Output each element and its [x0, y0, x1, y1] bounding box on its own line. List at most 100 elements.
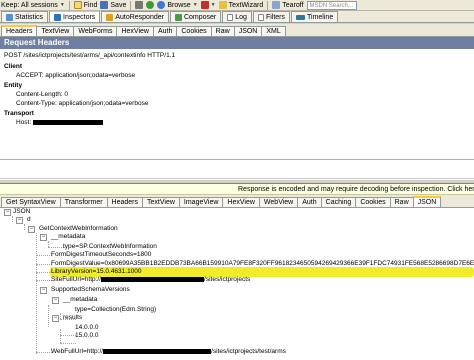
decode-notice[interactable]: Response is encoded and may require deco… [0, 184, 474, 195]
req-tab-xml[interactable]: XML [261, 26, 286, 36]
web-url-suffix: /sites/ictprojects/test/arms [211, 348, 286, 355]
req-tab-raw[interactable]: Raw [210, 26, 235, 36]
host-header[interactable]: Host: [16, 119, 103, 126]
resp-tab-json[interactable]: JSON [412, 196, 442, 207]
json-tree-pane: − JSON − d − GetContextWebInformation − … [0, 208, 474, 360]
textwizard-label: TextWizard [228, 1, 264, 9]
resp-tab-caching[interactable]: Caching [320, 197, 357, 207]
tree-node-version-15[interactable]: 15.0.0.0 [75, 332, 99, 340]
keep-sessions-dropdown[interactable]: Keep: All sessions ▼ [1, 2, 65, 9]
clock-button[interactable] [146, 1, 155, 9]
resp-tab-syntaxview[interactable]: Get SyntaxView [1, 197, 61, 207]
req-tab-json[interactable]: JSON [233, 26, 263, 36]
tab-timeline[interactable]: Timeline [291, 11, 339, 22]
resp-tab-headers[interactable]: Headers [106, 197, 144, 207]
tab-composer[interactable]: Composer [169, 11, 222, 22]
tree-node-json[interactable]: JSON [13, 208, 30, 216]
tab-autoresponder[interactable]: AutoResponder [101, 11, 169, 22]
tree-node-results[interactable]: results [63, 314, 82, 322]
tree-connector [60, 335, 76, 336]
resp-tab-transformer[interactable]: Transformer [59, 197, 108, 207]
req-tab-hexview[interactable]: HexView [116, 26, 154, 36]
resp-tab-hexview[interactable]: HexView [222, 197, 260, 207]
camera-button[interactable] [135, 1, 144, 9]
resp-tab-imageview[interactable]: ImageView [178, 197, 224, 207]
accept-header[interactable]: ACCEPT: application/json;odata=verbose [16, 72, 135, 79]
resp-tab-auth[interactable]: Auth [297, 197, 322, 207]
collapse-toggle[interactable]: − [4, 209, 11, 216]
chevron-down-icon: ▼ [192, 2, 198, 8]
redacted-site-host [101, 276, 205, 282]
site-url-suffix: /sites/ictprojects [204, 276, 251, 283]
tree-node-formdigestvalue[interactable]: FormDigestValue=0x80699A35BB1B2EDDB73BA6… [51, 260, 474, 268]
site-url-prefix: SiteFullUrl=http:// [51, 276, 102, 283]
tree-node-type-contextwebinformation[interactable]: type=SP.ContextWebInformation [63, 243, 157, 251]
tree-connector [36, 352, 52, 353]
find-label: Find [83, 1, 98, 9]
tree-connector [36, 255, 52, 256]
tree-node-version-14[interactable]: 14.0.0.0 [75, 324, 99, 332]
textwizard-button[interactable]: TextWizard [218, 1, 264, 9]
tree-node-d[interactable]: d [27, 216, 31, 224]
tearoff-button[interactable]: Tearoff [272, 1, 304, 9]
tree-node-type-collection[interactable]: type=Collection(Edm.String) [75, 306, 156, 314]
content-type-header[interactable]: Content-Type: application/json;odata=ver… [16, 100, 148, 107]
tree-node-supportedschemaversions[interactable]: SupportedSchemaVersions [51, 286, 130, 294]
tree-node-sitefullurl[interactable]: SiteFullUrl=http:// /sites/ictprojects [51, 276, 250, 284]
tab-filters[interactable]: Filters [252, 11, 291, 22]
browse-label: Browse [167, 1, 191, 9]
inspectors-icon [54, 13, 62, 21]
clear-cache-button[interactable]: ▼ [200, 1, 216, 9]
toolbar-separator [68, 0, 70, 10]
tree-connector [36, 264, 52, 265]
collapse-toggle[interactable]: − [16, 217, 23, 224]
tree-node-metadata[interactable]: __metadata [51, 233, 85, 241]
tab-inspectors[interactable]: Inspectors [49, 11, 101, 22]
resp-tab-cookies[interactable]: Cookies [355, 197, 391, 207]
client-section-label[interactable]: Client [4, 63, 22, 70]
toolbar-separator [130, 0, 132, 10]
req-tab-cookies[interactable]: Cookies [176, 26, 212, 36]
find-button[interactable]: Find [73, 1, 98, 9]
tree-connector [48, 305, 49, 327]
content-length-header[interactable]: Content-Length: 0 [16, 91, 68, 98]
tree-node-webfullurl[interactable]: WebFullUrl=http:// /sites/ictprojects/tes… [51, 348, 286, 356]
redacted-web-host [103, 348, 212, 354]
resp-tab-textview[interactable]: TextView [142, 197, 180, 207]
collapse-toggle[interactable]: − [52, 297, 59, 304]
clock-icon [146, 1, 155, 9]
collapse-toggle[interactable]: − [52, 315, 59, 322]
collapse-toggle[interactable]: − [40, 287, 47, 294]
host-label: Host: [16, 119, 32, 126]
req-tab-webforms[interactable]: WebForms [73, 26, 118, 36]
tree-node-getcontextwebinformation[interactable]: GetContextWebInformation [39, 225, 118, 233]
tab-log[interactable]: Log [222, 11, 252, 22]
collapse-toggle[interactable]: − [28, 226, 35, 233]
transport-section-label[interactable]: Transport [4, 110, 34, 117]
entity-section-label[interactable]: Entity [4, 82, 22, 89]
response-tab-bar: Get SyntaxView Transformer Headers TextV… [0, 195, 474, 208]
save-label: Save [110, 1, 127, 9]
resp-tab-raw[interactable]: Raw [389, 197, 414, 207]
tearoff-label: Tearoff [282, 1, 304, 9]
resp-tab-webview[interactable]: WebView [258, 197, 299, 207]
tab-label: AutoResponder [115, 13, 164, 21]
req-tab-auth[interactable]: Auth [152, 26, 178, 36]
request-headers-pane: POST /sites/ictprojects/test/arms/_api/c… [0, 49, 474, 160]
req-tab-headers[interactable]: Headers [1, 25, 38, 36]
collapse-toggle[interactable]: − [40, 234, 47, 241]
tab-label: Log [235, 13, 247, 21]
save-button[interactable]: Save [100, 1, 126, 9]
tree-node-libraryversion[interactable]: LibraryVersion=15.0.4631.1000 [51, 268, 142, 276]
tree-node-formdigesttimeout[interactable]: FormDigestTimeoutSeconds=1800 [51, 251, 151, 259]
tab-label: Statistics [15, 13, 44, 21]
tree-connector [60, 343, 76, 344]
req-tab-textview[interactable]: TextView [36, 26, 75, 36]
tab-statistics[interactable]: Statistics [1, 11, 49, 22]
msdn-search-input[interactable]: MSDN Search... [306, 0, 357, 10]
browse-button[interactable]: Browse ▼ [157, 1, 198, 9]
empty-pane [0, 160, 474, 179]
tree-node-metadata-2[interactable]: __metadata [63, 296, 97, 304]
web-url-prefix: WebFullUrl=http:// [51, 348, 104, 355]
binoculars-icon [73, 1, 82, 9]
